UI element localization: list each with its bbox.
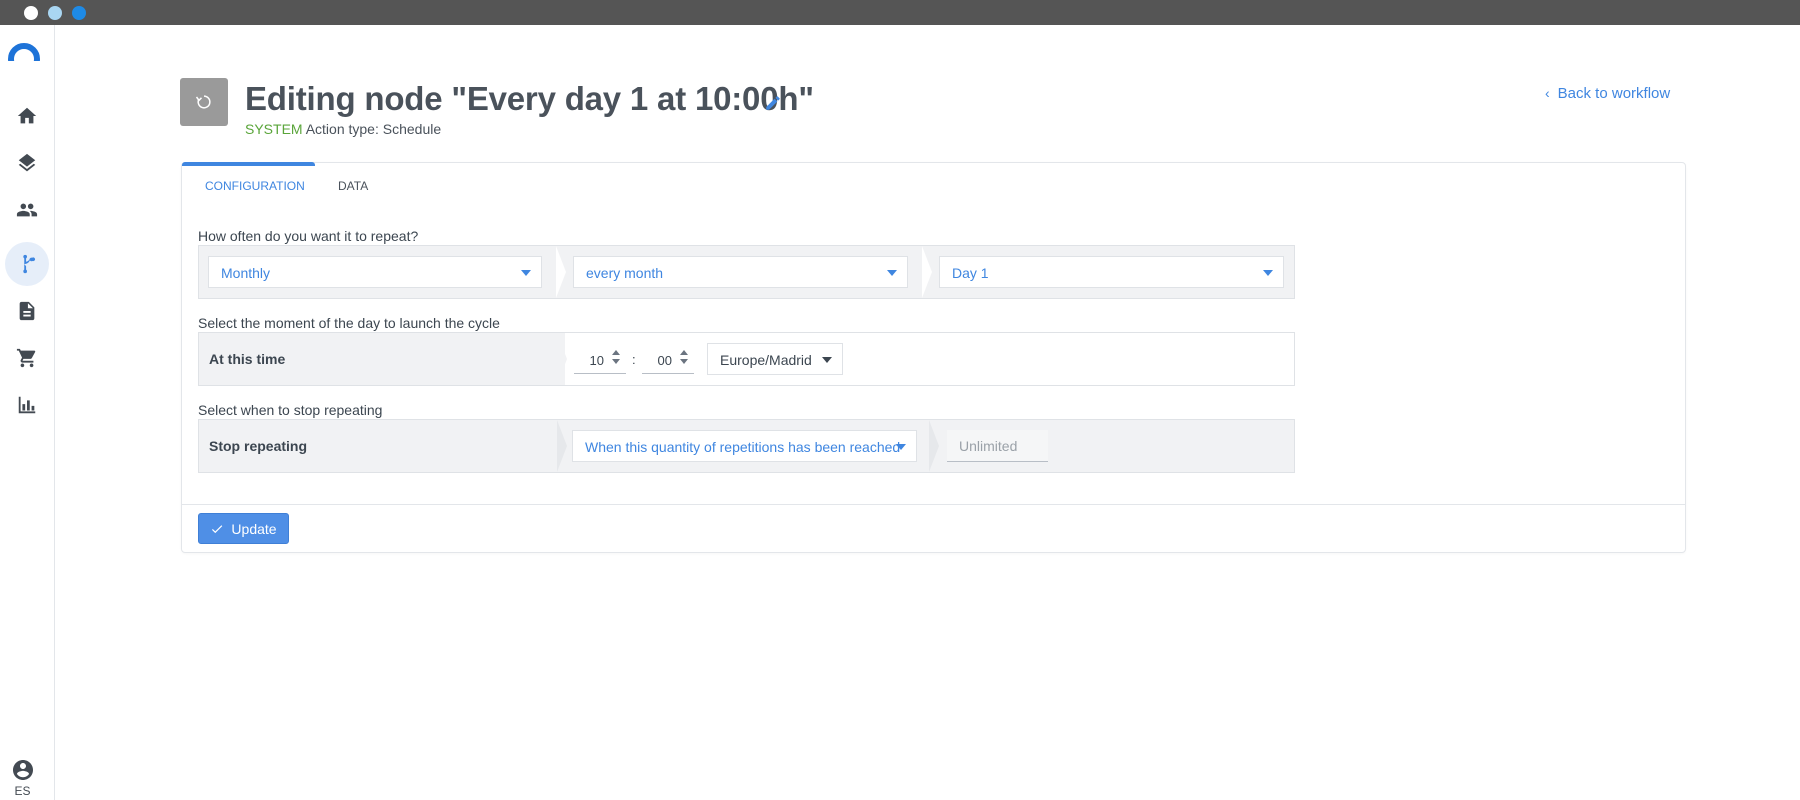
language-switch[interactable]: ES (0, 784, 45, 798)
node-subtitle: SYSTEM Action type: Schedule (245, 121, 441, 137)
step-separator (922, 246, 932, 298)
launch-question: Select the moment of the day to launch t… (198, 315, 500, 331)
document-icon (19, 301, 35, 321)
sidebar-nav: ES (0, 25, 55, 800)
sidebar-item-home[interactable] (5, 94, 49, 138)
sidebar-item-reports[interactable] (5, 383, 49, 427)
page-title: Editing node "Every day 1 at 10:00h" (245, 80, 814, 117)
sidebar-item-documents[interactable] (5, 289, 49, 333)
card-footer-divider (182, 504, 1685, 505)
action-type: Action type: Schedule (305, 121, 442, 137)
caret-down-icon (887, 270, 897, 276)
step-separator (557, 333, 567, 385)
workflow-icon (23, 254, 36, 274)
caret-down-icon (521, 270, 531, 276)
home-icon (17, 107, 37, 124)
step-separator (929, 420, 939, 472)
sidebar-item-layers[interactable] (5, 141, 49, 185)
repeat-question: How often do you want it to repeat? (198, 228, 419, 244)
timezone-value: Europe/Madrid (720, 352, 812, 368)
frequency-value: Monthly (221, 265, 271, 281)
interval-select[interactable]: every month (573, 256, 908, 288)
frequency-select[interactable]: Monthly (208, 256, 542, 288)
update-button-label: Update (231, 520, 277, 537)
at-this-time-label: At this time (209, 351, 286, 367)
app-logo-icon[interactable] (8, 43, 40, 61)
node-config-card: CONFIGURATION DATA How often do you want… (181, 162, 1686, 553)
edit-title-pencil-icon[interactable] (764, 94, 782, 112)
window-maximize-dot[interactable] (72, 6, 86, 20)
caret-down-icon (822, 357, 832, 363)
tab-data[interactable]: DATA (338, 179, 368, 193)
update-button[interactable]: Update (198, 513, 289, 544)
day-select[interactable]: Day 1 (939, 256, 1284, 288)
hour-value: 10 (589, 353, 604, 368)
back-to-workflow-link[interactable]: ‹ Back to workflow (1545, 85, 1670, 102)
chevron-left-icon: ‹ (1545, 85, 1550, 101)
launch-label-cell: At this time (199, 333, 557, 385)
node-type-badge (180, 78, 228, 126)
repetitions-limit-input[interactable]: Unlimited (947, 430, 1048, 462)
stop-condition-value: When this quantity of repetitions has be… (585, 439, 901, 455)
window-close-dot[interactable] (24, 6, 38, 20)
active-tab-indicator (182, 162, 315, 166)
refresh-icon (195, 95, 211, 109)
day-value: Day 1 (952, 265, 989, 281)
stop-label-cell: Stop repeating (199, 420, 557, 472)
bar-chart-icon (18, 396, 36, 414)
layers-icon (18, 153, 36, 172)
hour-stepper[interactable]: 10 (574, 345, 626, 374)
repetitions-limit-placeholder: Unlimited (959, 438, 1018, 454)
check-icon (212, 524, 223, 533)
minute-value: 00 (657, 353, 672, 368)
sidebar-item-shop[interactable] (5, 336, 49, 380)
back-link-label: Back to workflow (1557, 85, 1671, 102)
window-minimize-dot[interactable] (48, 6, 62, 20)
tab-configuration[interactable]: CONFIGURATION (205, 179, 305, 193)
sidebar-item-workflows[interactable] (5, 242, 49, 286)
timezone-select[interactable]: Europe/Madrid (707, 343, 843, 375)
people-icon (16, 203, 38, 217)
stop-repeating-label: Stop repeating (209, 438, 308, 454)
stop-group: Stop repeating When this quantity of rep… (198, 419, 1295, 473)
stop-condition-select[interactable]: When this quantity of repetitions has be… (572, 430, 917, 462)
spinner-icon[interactable] (680, 350, 690, 366)
time-separator: : (632, 352, 636, 367)
sidebar-item-people[interactable] (5, 188, 49, 232)
system-tag: SYSTEM (245, 121, 303, 137)
minute-stepper[interactable]: 00 (642, 345, 694, 374)
step-separator (556, 246, 566, 298)
stop-question: Select when to stop repeating (198, 402, 383, 418)
caret-down-icon (1263, 270, 1273, 276)
user-avatar-icon[interactable] (11, 758, 35, 782)
step-separator (557, 420, 567, 472)
caret-down-icon (896, 444, 906, 450)
cart-icon (16, 348, 36, 368)
interval-value: every month (586, 265, 664, 281)
launch-group: At this time 10 : 00 Europe/Madrid (198, 332, 1295, 386)
spinner-icon[interactable] (612, 350, 622, 366)
window-titlebar (0, 0, 1800, 25)
repeat-group: Monthly every month Day 1 (198, 245, 1295, 299)
